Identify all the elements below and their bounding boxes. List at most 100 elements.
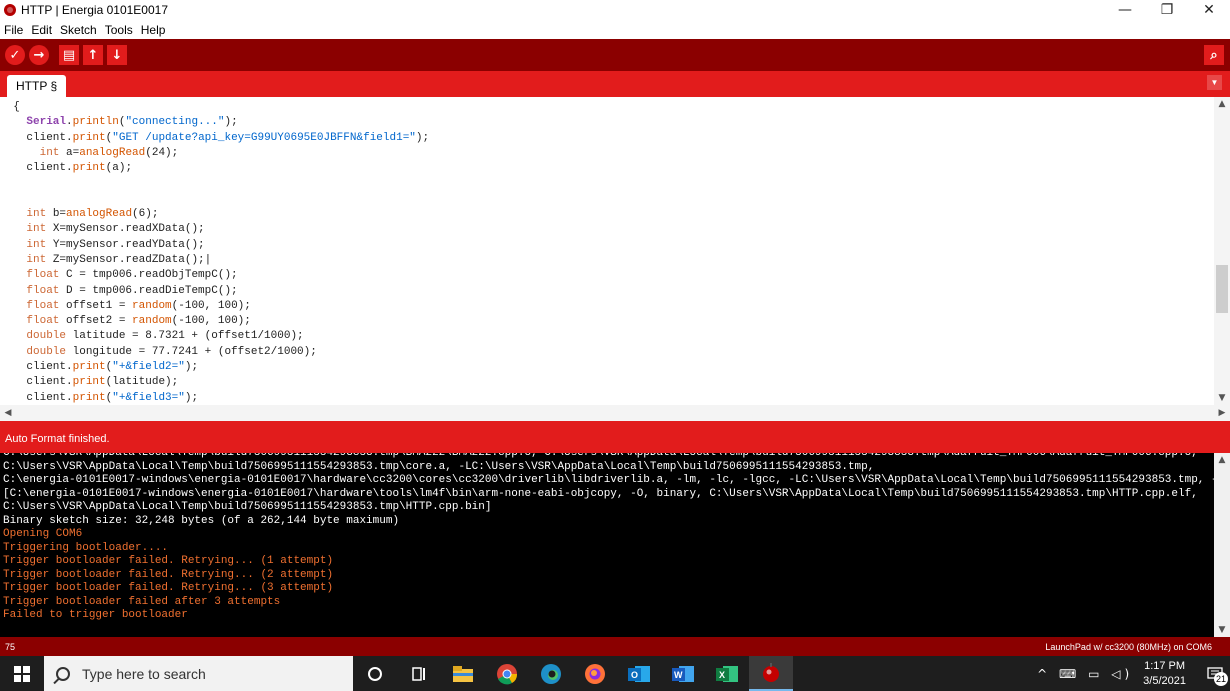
code-token: double (26, 345, 67, 358)
code-line[interactable] (0, 192, 1214, 207)
menu-sketch[interactable]: Sketch (56, 23, 101, 37)
code-line[interactable] (0, 176, 1214, 191)
code-token: . (66, 116, 73, 129)
editor-vertical-scrollbar[interactable]: ▲ ▼ (1214, 97, 1230, 405)
code-token: "+&field3=" (112, 391, 185, 404)
console-line: Failed to trigger bootloader (3, 609, 188, 621)
code-line[interactable]: { (0, 100, 1214, 115)
file-explorer-icon[interactable] (441, 656, 485, 691)
scroll-up-icon[interactable]: ▲ (1214, 97, 1230, 111)
code-line[interactable]: client.print("+&field2="); (0, 360, 1214, 375)
tab-bar: HTTP § ▼ (0, 71, 1230, 97)
new-button[interactable]: ▤ (59, 45, 79, 65)
cortana-icon[interactable] (353, 656, 397, 691)
code-editor[interactable]: { Serial.println("connecting..."); clien… (0, 97, 1230, 405)
verify-button[interactable]: ✓ (5, 45, 25, 65)
title-bar: HTTP | Energia 0101E0017 — ❐ ✕ (0, 0, 1230, 20)
clock[interactable]: 1:17 PM 3/5/2021 (1143, 659, 1186, 689)
scroll-right-icon[interactable]: ▶ (1214, 406, 1230, 420)
menu-help[interactable]: Help (137, 23, 170, 37)
scroll-left-icon[interactable]: ◀ (0, 406, 16, 420)
upload-button[interactable]: → (29, 45, 49, 65)
code-line[interactable]: client.print("GET /update?api_key=G99UY0… (0, 131, 1214, 146)
code-token: Y=mySensor.readYData(); (46, 238, 205, 251)
firefox-icon[interactable] (573, 656, 617, 691)
code-token: X=mySensor.readXData(); (46, 223, 205, 236)
console-line: C:\Users\VSR\AppData\Local\Temp\build750… (3, 501, 492, 513)
code-line[interactable]: float D = tmp006.readDieTempC(); (0, 284, 1214, 299)
console-line: Trigger bootloader failed. Retrying... (… (3, 582, 334, 594)
code-line[interactable]: Serial.println("connecting..."); (0, 115, 1214, 130)
system-tray: ^ ⌨ ▭ ◁) 1:17 PM 3/5/2021 21 (1037, 656, 1230, 691)
code-line[interactable]: int Z=mySensor.readZData();| (0, 253, 1214, 268)
open-button[interactable]: ↑ (83, 45, 103, 65)
tab-http[interactable]: HTTP § (7, 75, 67, 97)
console-output[interactable]: C:\Users\VSR\AppData\Local\Temp\build750… (0, 453, 1230, 637)
svg-text:O: O (631, 670, 638, 680)
code-line[interactable]: int b=analogRead(6); (0, 207, 1214, 222)
serial-monitor-button[interactable]: ⌕ (1204, 45, 1224, 65)
code-token: int (26, 223, 47, 236)
code-line[interactable]: float offset1 = random(-100, 100); (0, 299, 1214, 314)
excel-icon[interactable]: X (705, 656, 749, 691)
save-button[interactable]: ↓ (107, 45, 127, 65)
code-token: (24); (145, 146, 179, 159)
notification-button[interactable]: 21 (1200, 656, 1230, 691)
code-line[interactable]: client.print("+&field3="); (0, 391, 1214, 405)
menu-bar: File Edit Sketch Tools Help (0, 20, 1230, 39)
code-line[interactable]: int X=mySensor.readXData(); (0, 222, 1214, 237)
console-line: Trigger bootloader failed. Retrying... (… (3, 568, 334, 581)
console-scrollbar[interactable]: ▲ ▼ (1214, 453, 1230, 637)
code-token: analogRead (79, 146, 146, 159)
footer-bar: 75 LaunchPad w/ cc3200 (80MHz) on COM6 (0, 637, 1230, 656)
code-line[interactable]: client.print(latitude); (0, 375, 1214, 390)
tray-icons[interactable]: ^ ⌨ ▭ ◁) (1037, 667, 1133, 681)
code-line[interactable]: float offset2 = random(-100, 100); (0, 314, 1214, 329)
code-token: int (26, 253, 47, 266)
console-line: C:\energia-0101E0017-windows\energia-010… (3, 474, 1230, 486)
menu-tools[interactable]: Tools (101, 23, 137, 37)
code-line[interactable]: int Y=mySensor.readYData(); (0, 238, 1214, 253)
code-token: float (26, 284, 60, 297)
code-text[interactable]: { Serial.println("connecting..."); clien… (0, 100, 1214, 405)
menu-edit[interactable]: Edit (27, 23, 56, 37)
code-token: Z=mySensor.readZData();| (46, 253, 212, 266)
scroll-down-icon[interactable]: ▼ (1214, 391, 1230, 405)
code-line[interactable]: client.print(a); (0, 161, 1214, 176)
taskbar-search[interactable]: Type here to search (44, 656, 353, 691)
console-scroll-down-icon[interactable]: ▼ (1214, 623, 1230, 637)
editor-horizontal-scrollbar[interactable]: ◀ ▶ (0, 405, 1230, 421)
console-scroll-up-icon[interactable]: ▲ (1214, 453, 1230, 467)
code-line[interactable]: float C = tmp006.readObjTempC(); (0, 268, 1214, 283)
edge-icon[interactable] (529, 656, 573, 691)
tab-menu-button[interactable]: ▼ (1207, 75, 1222, 90)
editor-scroll-thumb[interactable] (1216, 265, 1228, 313)
code-line[interactable]: int a=analogRead(24); (0, 146, 1214, 161)
code-token: Serial (26, 116, 67, 129)
code-token: latitude = 8.7321 + (offset1/1000); (66, 330, 304, 343)
minimize-button[interactable]: — (1104, 0, 1146, 20)
code-line[interactable]: double latitude = 8.7321 + (offset1/1000… (0, 329, 1214, 344)
board-info: LaunchPad w/ cc3200 (80MHz) on COM6 (1045, 642, 1212, 652)
close-button[interactable]: ✕ (1188, 0, 1230, 20)
code-line[interactable]: double longitude = 77.7241 + (offset2/10… (0, 345, 1214, 360)
menu-file[interactable]: File (0, 23, 27, 37)
task-view-icon[interactable] (397, 656, 441, 691)
code-token: print (72, 361, 106, 374)
outlook-icon[interactable]: O (617, 656, 661, 691)
status-message: Auto Format finished. (5, 433, 110, 445)
chrome-icon[interactable] (485, 656, 529, 691)
word-icon[interactable]: W (661, 656, 705, 691)
code-token: ); (415, 131, 430, 144)
code-token: "GET /update?api_key=G99UY0695E0JBFFN&fi… (112, 131, 416, 144)
restore-button[interactable]: ❐ (1146, 0, 1188, 20)
code-token: C = tmp006.readObjTempC(); (59, 269, 238, 282)
energia-icon[interactable] (749, 656, 793, 691)
code-token: print (72, 131, 106, 144)
start-button[interactable] (0, 656, 44, 691)
